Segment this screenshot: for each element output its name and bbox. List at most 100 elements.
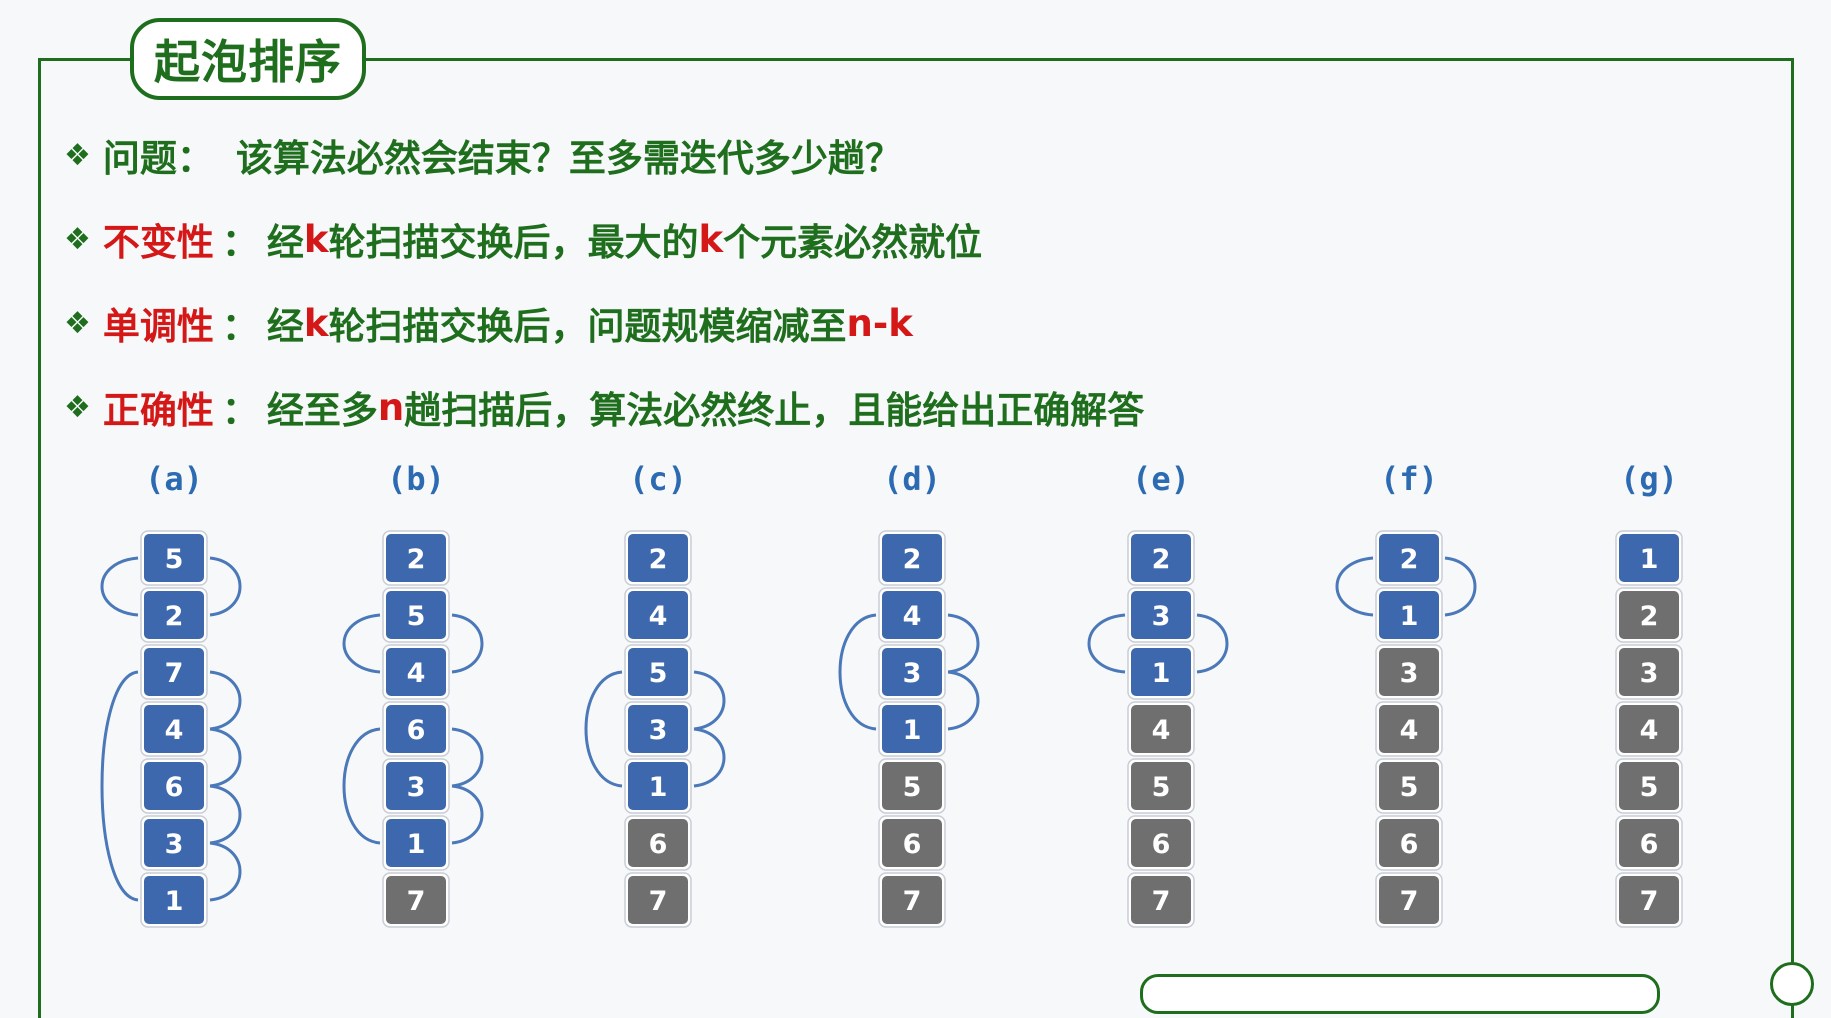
- element-value: 4: [1640, 715, 1659, 746]
- element-value: 7: [1640, 886, 1659, 917]
- sorted-element-box: 5: [1615, 758, 1683, 814]
- element-box: 1: [624, 758, 692, 814]
- element-value: 6: [165, 772, 184, 803]
- element-value: 3: [1152, 601, 1171, 632]
- swap-arc-right: [209, 784, 242, 845]
- swap-arc-right: [209, 727, 242, 788]
- column-label: (d): [883, 460, 941, 498]
- swap-arc-right: [1196, 613, 1229, 674]
- element-value: 7: [903, 886, 922, 917]
- element-value: 6: [649, 829, 668, 860]
- element-box: 1: [140, 872, 208, 928]
- sorted-element-box: 7: [878, 872, 946, 928]
- swap-arc-left: [584, 670, 623, 788]
- swap-arc-right: [693, 670, 726, 731]
- element-value: 2: [165, 601, 184, 632]
- sorted-element-box: 5: [1375, 758, 1443, 814]
- swap-arc-right: [1444, 556, 1477, 617]
- element-value: 5: [165, 544, 184, 575]
- element-box: 1: [878, 701, 946, 757]
- sorted-element-box: 2: [1615, 587, 1683, 643]
- element-value: 1: [1152, 658, 1171, 689]
- element-box: 3: [878, 644, 946, 700]
- element-value: 6: [407, 715, 426, 746]
- sorted-element-box: 5: [878, 758, 946, 814]
- sorted-element-box: 6: [1375, 815, 1443, 871]
- element-box: 1: [1615, 530, 1683, 586]
- element-value: 7: [1152, 886, 1171, 917]
- element-value: 7: [649, 886, 668, 917]
- element-value: 1: [649, 772, 668, 803]
- element-value: 3: [1640, 658, 1659, 689]
- swap-arc-right: [947, 613, 980, 674]
- element-box: 5: [140, 530, 208, 586]
- element-box: 6: [382, 701, 450, 757]
- column-label: (g): [1620, 460, 1678, 498]
- column-label: (b): [387, 460, 445, 498]
- element-value: 5: [903, 772, 922, 803]
- sorted-element-box: 7: [1127, 872, 1195, 928]
- element-box: 6: [140, 758, 208, 814]
- sorted-element-box: 5: [1127, 758, 1195, 814]
- element-box: 2: [382, 530, 450, 586]
- bottom-callout: [1140, 974, 1660, 1014]
- element-box: 4: [140, 701, 208, 757]
- element-value: 4: [407, 658, 426, 689]
- element-box: 2: [140, 587, 208, 643]
- element-value: 5: [407, 601, 426, 632]
- column-label: (e): [1132, 460, 1190, 498]
- swap-arc-left: [100, 670, 139, 902]
- swap-arc-right: [693, 727, 726, 788]
- swap-arc-left: [1335, 556, 1374, 617]
- element-box: 2: [1375, 530, 1443, 586]
- element-value: 1: [1400, 601, 1419, 632]
- swap-arc-left: [1087, 613, 1126, 674]
- swap-arc-left: [100, 556, 139, 617]
- element-box: 4: [624, 587, 692, 643]
- element-box: 5: [382, 587, 450, 643]
- sorted-element-box: 7: [1615, 872, 1683, 928]
- element-value: 4: [649, 601, 668, 632]
- swap-arc-right: [209, 556, 242, 617]
- element-box: 1: [1375, 587, 1443, 643]
- element-value: 2: [1152, 544, 1171, 575]
- element-box: 5: [624, 644, 692, 700]
- element-box: 3: [140, 815, 208, 871]
- element-value: 6: [1152, 829, 1171, 860]
- element-value: 5: [1400, 772, 1419, 803]
- swap-arc-right: [209, 841, 242, 902]
- swap-arc-right: [947, 670, 980, 731]
- sorted-element-box: 4: [1375, 701, 1443, 757]
- element-value: 1: [407, 829, 426, 860]
- sorted-element-box: 7: [1375, 872, 1443, 928]
- element-box: 2: [1127, 530, 1195, 586]
- element-value: 7: [165, 658, 184, 689]
- element-value: 2: [649, 544, 668, 575]
- sorted-element-box: 3: [1375, 644, 1443, 700]
- element-value: 3: [407, 772, 426, 803]
- element-value: 4: [1152, 715, 1171, 746]
- sorted-element-box: 7: [382, 872, 450, 928]
- element-value: 1: [1640, 544, 1659, 575]
- swap-arc-left: [838, 613, 877, 731]
- column-label: (a): [145, 460, 203, 498]
- sorted-element-box: 7: [624, 872, 692, 928]
- element-value: 6: [1640, 829, 1659, 860]
- swap-arc-left: [342, 613, 381, 674]
- corner-badge: [1770, 962, 1814, 1006]
- element-value: 2: [1640, 601, 1659, 632]
- sorted-element-box: 6: [1615, 815, 1683, 871]
- bubble-sort-diagram: (a) 5 2 7 4 6 3 1 (b) 2 5 4 6 3 1 7 (c) 2 4 5 3 1 6 7 (d) 2 4 3 1 5 6 7…: [100, 460, 1683, 928]
- swap-arc-left: [342, 727, 381, 845]
- element-box: 2: [878, 530, 946, 586]
- element-box: 1: [382, 815, 450, 871]
- element-value: 3: [649, 715, 668, 746]
- sorted-element-box: 6: [878, 815, 946, 871]
- column-label: (f): [1380, 460, 1438, 498]
- element-box: 7: [140, 644, 208, 700]
- sorted-element-box: 3: [1615, 644, 1683, 700]
- element-value: 2: [1400, 544, 1419, 575]
- swap-arc-right: [451, 613, 484, 674]
- element-box: 1: [1127, 644, 1195, 700]
- element-value: 4: [903, 601, 922, 632]
